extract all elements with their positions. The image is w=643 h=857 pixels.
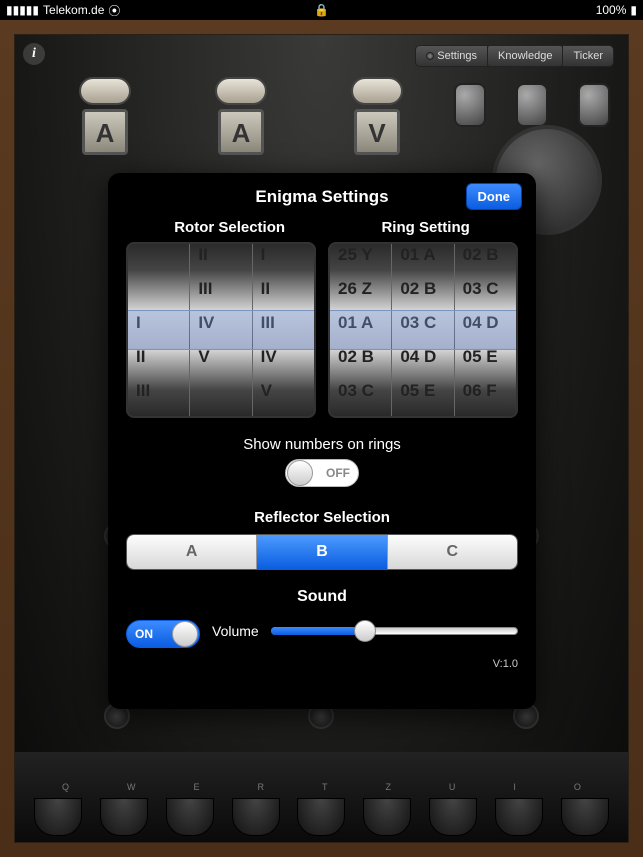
key[interactable] [495, 798, 543, 836]
picker-item: V [261, 381, 314, 415]
key[interactable] [297, 798, 345, 836]
rotor-thumbwheel[interactable] [79, 77, 131, 105]
key[interactable] [100, 798, 148, 836]
picker-item: 02 B [338, 347, 391, 381]
reflector-option-c[interactable]: C [388, 535, 517, 569]
keyboard-labels: QWERTZUIO [15, 782, 628, 792]
rotor-picker-col-1[interactable]: I II III [128, 244, 190, 416]
wifi-icon: ⦿ [108, 2, 120, 19]
reflector-segmented: A B C [126, 534, 518, 570]
bolt [454, 83, 486, 127]
reflector-option-b[interactable]: B [257, 535, 387, 569]
rotor-thumbwheel[interactable] [215, 77, 267, 105]
toggle-state-label: ON [135, 627, 153, 641]
battery-label: 100% [596, 3, 627, 17]
status-bar: ▮▮▮▮▮ Telekom.de ⦿ 🔒 100% ▮ [0, 0, 643, 20]
key[interactable] [34, 798, 82, 836]
tab-settings[interactable]: Settings [415, 45, 488, 67]
signal-icon: ▮▮▮▮▮ [6, 3, 39, 17]
ring-picker-col-2[interactable]: 01 A 02 B 03 C 04 D 05 E [392, 244, 454, 416]
sound-toggle[interactable]: ON [126, 620, 200, 648]
toggle-state-label: OFF [326, 466, 350, 480]
picker-item: 01 A [400, 245, 453, 279]
tab-ticker[interactable]: Ticker [562, 45, 614, 67]
tab-knowledge[interactable]: Knowledge [487, 45, 563, 67]
picker-item: II [136, 347, 189, 381]
picker-item: 01 A [338, 313, 391, 347]
info-icon[interactable]: i [23, 43, 45, 65]
rotor-picker-col-3[interactable]: I II III IV V [253, 244, 314, 416]
bolt [516, 83, 548, 127]
ring-picker[interactable]: 25 Y 26 Z 01 A 02 B 03 C 01 A 02 B 03 C … [328, 242, 518, 418]
picker-item: 05 E [463, 347, 516, 381]
top-tab-bar: Settings Knowledge Ticker [416, 45, 614, 67]
show-numbers-label: Show numbers on rings [126, 436, 518, 453]
toggle-knob [287, 460, 313, 486]
key[interactable] [166, 798, 214, 836]
rotor-picker[interactable]: I II III II III IV V I II III IV V [126, 242, 316, 418]
picker-item: III [136, 381, 189, 415]
tab-knowledge-label: Knowledge [498, 50, 552, 62]
picker-item: 06 F [463, 381, 516, 415]
slider-thumb[interactable] [354, 620, 376, 642]
rotor-window-2[interactable]: A [218, 109, 264, 155]
picker-item: II [261, 279, 314, 313]
rotor-window-3[interactable]: V [354, 109, 400, 155]
picker-item: 03 C [400, 313, 453, 347]
bolt-row [454, 83, 610, 127]
picker-item: I [261, 245, 314, 279]
picker-item: III [198, 279, 251, 313]
reflector-option-a[interactable]: A [127, 535, 257, 569]
picker-item: 02 B [463, 245, 516, 279]
sound-label: Sound [126, 588, 518, 606]
picker-item: 05 E [400, 381, 453, 415]
picker-item: V [198, 347, 251, 381]
picker-item: 02 B [400, 279, 453, 313]
done-button[interactable]: Done [466, 183, 523, 210]
ring-picker-col-1[interactable]: 25 Y 26 Z 01 A 02 B 03 C [330, 244, 392, 416]
rotor-window-1[interactable]: A [82, 109, 128, 155]
ring-picker-col-3[interactable]: 02 B 03 C 04 D 05 E 06 F [455, 244, 516, 416]
rotor-thumbwheel[interactable] [351, 77, 403, 105]
picker-item: IV [198, 313, 251, 347]
tab-ticker-label: Ticker [573, 50, 603, 62]
screw-icon [426, 52, 434, 60]
picker-item: 04 D [463, 313, 516, 347]
settings-modal: Enigma Settings Done Rotor Selection Rin… [108, 173, 536, 709]
carrier-label: Telekom.de [43, 3, 104, 17]
toggle-knob [172, 621, 198, 647]
picker-item [136, 245, 189, 279]
picker-item: 04 D [400, 347, 453, 381]
picker-item [136, 279, 189, 313]
rotor-picker-col-2[interactable]: II III IV V [190, 244, 252, 416]
key[interactable] [363, 798, 411, 836]
version-label: V:1.0 [126, 658, 518, 670]
bolt [578, 83, 610, 127]
picker-item: 26 Z [338, 279, 391, 313]
reflector-label: Reflector Selection [126, 509, 518, 526]
key[interactable] [429, 798, 477, 836]
picker-item: 03 C [338, 381, 391, 415]
picker-item: IV [261, 347, 314, 381]
modal-title: Enigma Settings [255, 187, 388, 206]
key[interactable] [232, 798, 280, 836]
tab-settings-label: Settings [437, 50, 477, 62]
picker-item [198, 381, 251, 415]
key[interactable] [561, 798, 609, 836]
picker-item: 03 C [463, 279, 516, 313]
ring-setting-label: Ring Setting [381, 219, 469, 236]
picker-item: I [136, 313, 189, 347]
lock-icon: 🔒 [314, 3, 329, 17]
battery-icon: ▮ [630, 3, 637, 17]
volume-slider[interactable] [271, 626, 518, 636]
picker-item: 25 Y [338, 245, 391, 279]
rotor-selection-label: Rotor Selection [174, 219, 285, 236]
slider-fill [271, 627, 365, 635]
picker-item: II [198, 245, 251, 279]
volume-label: Volume [212, 623, 259, 639]
keyboard: QWERTZUIO [15, 752, 628, 842]
picker-item: III [261, 313, 314, 347]
show-numbers-toggle[interactable]: OFF [285, 459, 359, 487]
